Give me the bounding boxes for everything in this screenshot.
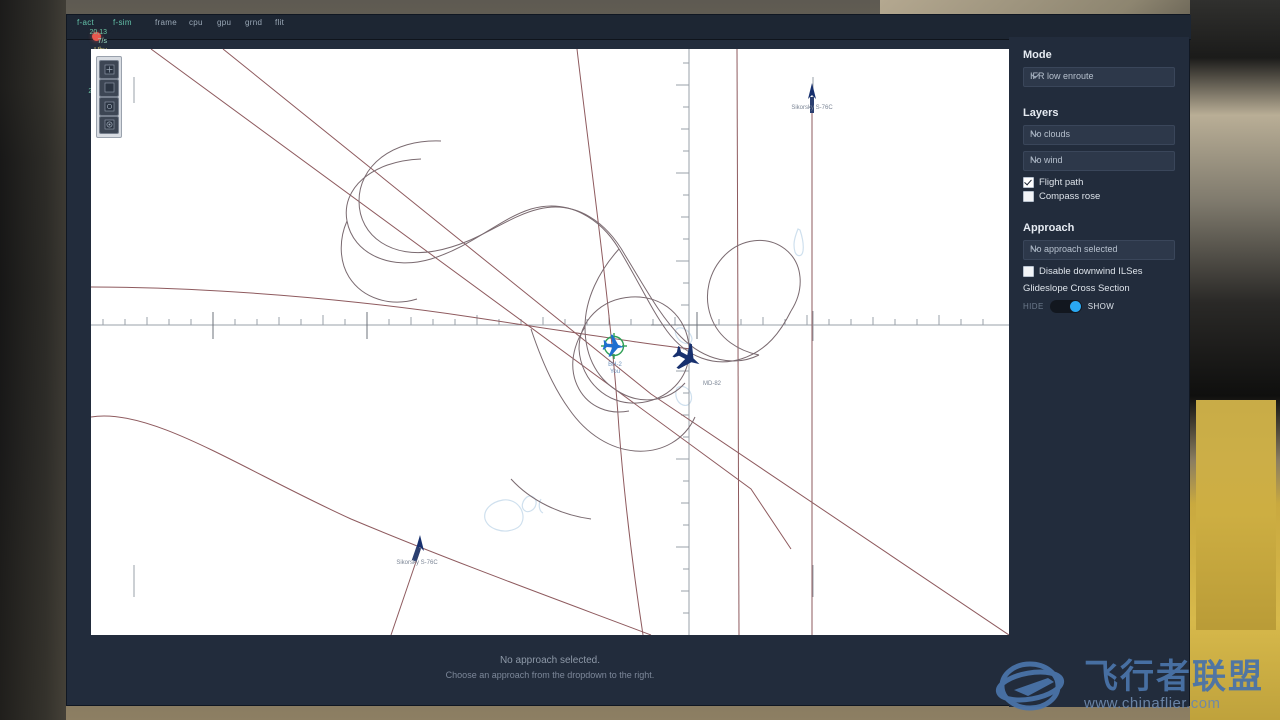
disable-downwind-ils-checkbox[interactable]: Disable downwind ILSes bbox=[1023, 266, 1175, 277]
hud-menu-f-sim[interactable]: f-sim bbox=[113, 18, 132, 27]
aircraft-md82[interactable]: MD-82 bbox=[669, 339, 722, 387]
map-secondary-axis bbox=[133, 77, 814, 597]
watermark-cn: 飞行者联盟 bbox=[1084, 658, 1264, 696]
aircraft-sikorsky-north[interactable]: Sikorsky S-76C bbox=[791, 83, 833, 635]
watermark-url: www.chinaflier.com bbox=[1084, 695, 1221, 712]
glideslope-toggle-row: HIDE SHOW bbox=[1023, 300, 1175, 313]
chevron-down-icon bbox=[1030, 130, 1169, 140]
airways bbox=[91, 49, 1009, 635]
status-line-2: Choose an approach from the dropdown to … bbox=[445, 670, 655, 680]
watermark: 飞行者联盟 www.chinaflier.com bbox=[984, 656, 1264, 716]
planet-plane-logo bbox=[995, 661, 1065, 711]
zoom-icon bbox=[104, 82, 114, 93]
map-horizontal-axis bbox=[91, 312, 1009, 339]
approach-heading: Approach bbox=[1023, 222, 1075, 234]
chevron-down-icon bbox=[1030, 156, 1169, 166]
own-ship-path-circle bbox=[578, 296, 690, 404]
map-canvas[interactable]: Sikorsky S-76C MD-82 BH-2 You Sikorsky S… bbox=[91, 49, 1009, 635]
own-ship-label: BH-2 bbox=[608, 362, 622, 368]
chevron-down-icon bbox=[1030, 245, 1169, 255]
options-panel: Mode IFR low enroute Layers No clouds No… bbox=[1009, 37, 1189, 707]
hud-menu-gpu[interactable]: gpu bbox=[217, 18, 231, 27]
status-message: No approach selected. Choose an approach… bbox=[91, 655, 1009, 680]
toggle-knob bbox=[1069, 301, 1081, 312]
approach-select[interactable]: No approach selected bbox=[1023, 240, 1175, 260]
aircraft-sikorsky-south[interactable]: Sikorsky S-76C bbox=[390, 535, 438, 635]
aircraft-label: Sikorsky S-76C bbox=[396, 560, 438, 566]
measure-icon bbox=[104, 101, 114, 112]
screen: Map f-act f-sim frame cpu gpu grnd flit … bbox=[0, 0, 1280, 720]
airspace-outlines bbox=[484, 228, 804, 532]
map-tool-measure[interactable] bbox=[99, 97, 119, 116]
checkbox-icon bbox=[1023, 177, 1034, 188]
hud-menu-frame[interactable]: frame bbox=[155, 18, 177, 27]
hud-readout-0: 20,13 bbox=[89, 29, 107, 36]
map-vertical-axis bbox=[651, 49, 717, 635]
flight-path-checkbox[interactable]: Flight path bbox=[1023, 177, 1175, 188]
flight-path-label: Flight path bbox=[1039, 177, 1084, 188]
hud-readout-1: 7/s bbox=[97, 38, 107, 45]
settings-icon bbox=[104, 119, 114, 130]
checkbox-icon bbox=[1023, 191, 1034, 202]
desktop-left-strip bbox=[0, 0, 66, 720]
status-line-1: No approach selected. bbox=[499, 655, 601, 666]
wind-select[interactable]: No wind bbox=[1023, 151, 1175, 171]
flight-path bbox=[340, 140, 801, 520]
pan-icon bbox=[104, 64, 114, 75]
checkbox-icon bbox=[1023, 266, 1034, 277]
compass-rose-label: Compass rose bbox=[1039, 191, 1101, 202]
aircraft-label: MD-82 bbox=[703, 381, 722, 387]
map-tool-settings[interactable] bbox=[99, 115, 119, 134]
own-ship-sublabel: You bbox=[610, 369, 620, 375]
hud-menu-grnd[interactable]: grnd bbox=[245, 18, 262, 27]
map-window: Map f-act f-sim frame cpu gpu grnd flit … bbox=[66, 14, 1191, 707]
map-tool-zoom[interactable] bbox=[99, 78, 119, 97]
compass-rose-checkbox[interactable]: Compass rose bbox=[1023, 191, 1175, 202]
map-tool-pan[interactable] bbox=[99, 60, 119, 79]
glideslope-toggle[interactable] bbox=[1049, 300, 1082, 313]
toggle-show-label: SHOW bbox=[1087, 302, 1115, 311]
hud-menu-f-act[interactable]: f-act bbox=[77, 18, 94, 27]
hud-menu-flit[interactable]: flit bbox=[275, 18, 284, 27]
aircraft-label: Sikorsky S-76C bbox=[791, 105, 833, 111]
clouds-select[interactable]: No clouds bbox=[1023, 125, 1175, 145]
aircraft-own-ship[interactable]: BH-2 You bbox=[601, 333, 627, 375]
map-toolbar bbox=[96, 56, 122, 138]
chevron-down-icon bbox=[1030, 72, 1169, 82]
glideslope-cross-section-label: Glideslope Cross Section bbox=[1023, 283, 1130, 294]
disable-downwind-ils-label: Disable downwind ILSes bbox=[1039, 266, 1143, 277]
mode-select[interactable]: IFR low enroute bbox=[1023, 67, 1175, 87]
layers-heading: Layers bbox=[1023, 107, 1059, 119]
toggle-hide-label: HIDE bbox=[1023, 302, 1044, 311]
desktop-chart-strip bbox=[1196, 400, 1276, 630]
mode-heading: Mode bbox=[1023, 49, 1052, 61]
hud-menu-cpu[interactable]: cpu bbox=[189, 18, 203, 27]
